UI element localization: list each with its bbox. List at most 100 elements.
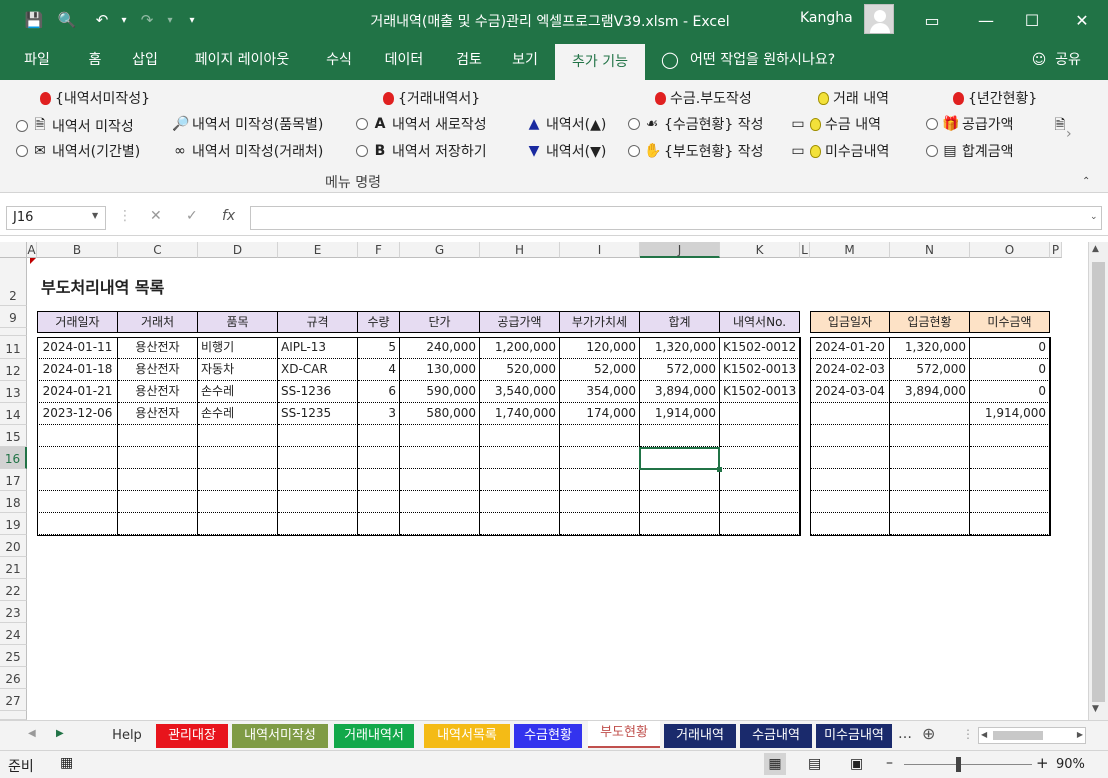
header-cell[interactable]: 거래처 [118, 311, 198, 333]
table-cell[interactable]: 3,540,000 [480, 381, 560, 403]
redo-icon[interactable]: ↷ [135, 8, 159, 32]
table-cell[interactable] [720, 513, 800, 535]
col-header[interactable]: E [278, 242, 358, 258]
col-header[interactable]: B [37, 242, 118, 258]
col-header[interactable]: F [358, 242, 400, 258]
table-cell[interactable] [37, 513, 118, 535]
table-cell[interactable] [720, 469, 800, 491]
vertical-scrollbar[interactable]: ▲ ▼ [1088, 242, 1108, 720]
tab-file[interactable]: 파일 [12, 40, 62, 80]
table-cell[interactable] [278, 447, 358, 469]
table-cell[interactable]: 580,000 [400, 403, 480, 425]
row-header-small[interactable] [0, 328, 27, 336]
col-header[interactable]: P [1050, 242, 1062, 258]
btn-naeyeokseo-up[interactable]: ▲ 내역서(▲) [526, 114, 607, 134]
sheet-tab[interactable]: 부도현황 [588, 721, 660, 748]
table-cell[interactable] [560, 425, 640, 447]
table-cell[interactable]: 용산전자 [118, 359, 198, 381]
zoom-level[interactable]: 90% [1056, 757, 1085, 772]
ribbon-scroll-right-icon[interactable]: › [1066, 126, 1072, 142]
table-cell[interactable] [278, 469, 358, 491]
table-cell[interactable] [970, 469, 1050, 491]
header-cell[interactable]: 입금현황 [890, 311, 970, 333]
btn-naeyeokseo-save[interactable]: B 내역서 저장하기 [356, 141, 487, 161]
zoom-in-icon[interactable]: + [1036, 754, 1049, 772]
row-header-selected[interactable]: 16 [0, 447, 27, 469]
table-cell[interactable]: 5 [358, 337, 400, 359]
row-header[interactable]: 23 [0, 601, 27, 623]
table-cell[interactable]: 3 [358, 403, 400, 425]
header-cell[interactable]: 부가가치세 [560, 311, 640, 333]
row-header[interactable]: 15 [0, 425, 27, 447]
normal-view-icon[interactable]: ▦ [764, 753, 786, 775]
table-cell[interactable] [560, 491, 640, 513]
table-cell[interactable] [640, 469, 720, 491]
table-cell[interactable] [480, 447, 560, 469]
col-header[interactable]: K [720, 242, 800, 258]
user-name[interactable]: Kangha [800, 10, 853, 26]
btn-misugeum-naeyeok[interactable]: ▭ 미수금내역 [790, 141, 889, 161]
save-icon[interactable]: 💾 [22, 8, 46, 32]
table-cell[interactable]: 354,000 [560, 381, 640, 403]
scroll-up-icon[interactable]: ▲ [1092, 244, 1099, 254]
table-cell[interactable]: 비행기 [198, 337, 278, 359]
table-cell[interactable] [970, 513, 1050, 535]
table-cell[interactable] [400, 447, 480, 469]
header-cell[interactable]: 수량 [358, 311, 400, 333]
zoom-slider[interactable] [904, 764, 1032, 765]
row-header[interactable]: 9 [0, 306, 27, 328]
table-cell[interactable] [278, 513, 358, 535]
table-cell[interactable]: 2024-01-21 [37, 381, 118, 403]
sheet-tab[interactable]: 거래내역 [664, 724, 736, 748]
table-cell[interactable]: K1502-0013 [720, 381, 800, 403]
col-header[interactable]: D [198, 242, 278, 258]
row-header[interactable]: 11 [0, 336, 27, 359]
table-cell[interactable]: 0 [970, 381, 1050, 403]
table-cell[interactable] [198, 425, 278, 447]
table-cell[interactable] [720, 425, 800, 447]
insert-function-icon[interactable]: fx [222, 208, 235, 224]
row-header[interactable]: 17 [0, 469, 27, 491]
btn-naeyeokseo-gigan[interactable]: ✉ 내역서(기간별) [16, 141, 140, 161]
table-cell[interactable]: K1502-0013 [720, 359, 800, 381]
sheet-tab[interactable]: 수금내역 [740, 724, 812, 748]
table-cell[interactable] [278, 425, 358, 447]
table-cell[interactable] [810, 403, 890, 425]
table-cell[interactable] [118, 447, 198, 469]
table-cell[interactable]: 1,914,000 [640, 403, 720, 425]
page-break-view-icon[interactable]: ▣ [850, 753, 863, 775]
sheet-tab[interactable]: 수금현황 [514, 724, 582, 748]
table-cell[interactable]: 1,200,000 [480, 337, 560, 359]
avatar[interactable] [864, 4, 894, 34]
table-cell[interactable] [480, 425, 560, 447]
row-header[interactable]: 24 [0, 623, 27, 645]
share-button[interactable]: 공유 [1050, 40, 1086, 80]
table-cell[interactable]: 2024-02-03 [810, 359, 890, 381]
tab-insert[interactable]: 삽입 [122, 40, 168, 80]
col-header[interactable]: L [800, 242, 810, 258]
table-cell[interactable] [400, 425, 480, 447]
scroll-thumb[interactable] [1092, 262, 1105, 702]
redo-dropdown-icon[interactable]: ▾ [158, 8, 182, 32]
ribbon-display-icon[interactable]: ▭ [918, 8, 946, 32]
table-cell[interactable]: SS-1236 [278, 381, 358, 403]
col-header-selected[interactable]: J [640, 242, 720, 258]
table-cell[interactable]: 용산전자 [118, 403, 198, 425]
table-cell[interactable] [37, 469, 118, 491]
table-cell[interactable] [480, 491, 560, 513]
table-cell[interactable]: 손수레 [198, 381, 278, 403]
table-cell[interactable] [198, 513, 278, 535]
btn-naeyeokseo-down[interactable]: ▼ 내역서(▼) [526, 141, 607, 161]
row-header[interactable]: 21 [0, 557, 27, 579]
sheet-tab[interactable]: Help [104, 724, 150, 748]
table-cell[interactable] [37, 425, 118, 447]
row-header[interactable]: 14 [0, 403, 27, 425]
table-cell[interactable] [400, 469, 480, 491]
tab-formulas[interactable]: 수식 [316, 40, 362, 80]
sheet-tab[interactable]: 내역서미작성 [232, 724, 328, 748]
header-cell[interactable]: 단가 [400, 311, 480, 333]
table-cell[interactable] [640, 491, 720, 513]
tab-add-ins[interactable]: 추가 기능 [555, 44, 645, 80]
table-cell[interactable] [560, 469, 640, 491]
btn-gonggeup[interactable]: 🎁 공급가액 [926, 114, 1014, 134]
